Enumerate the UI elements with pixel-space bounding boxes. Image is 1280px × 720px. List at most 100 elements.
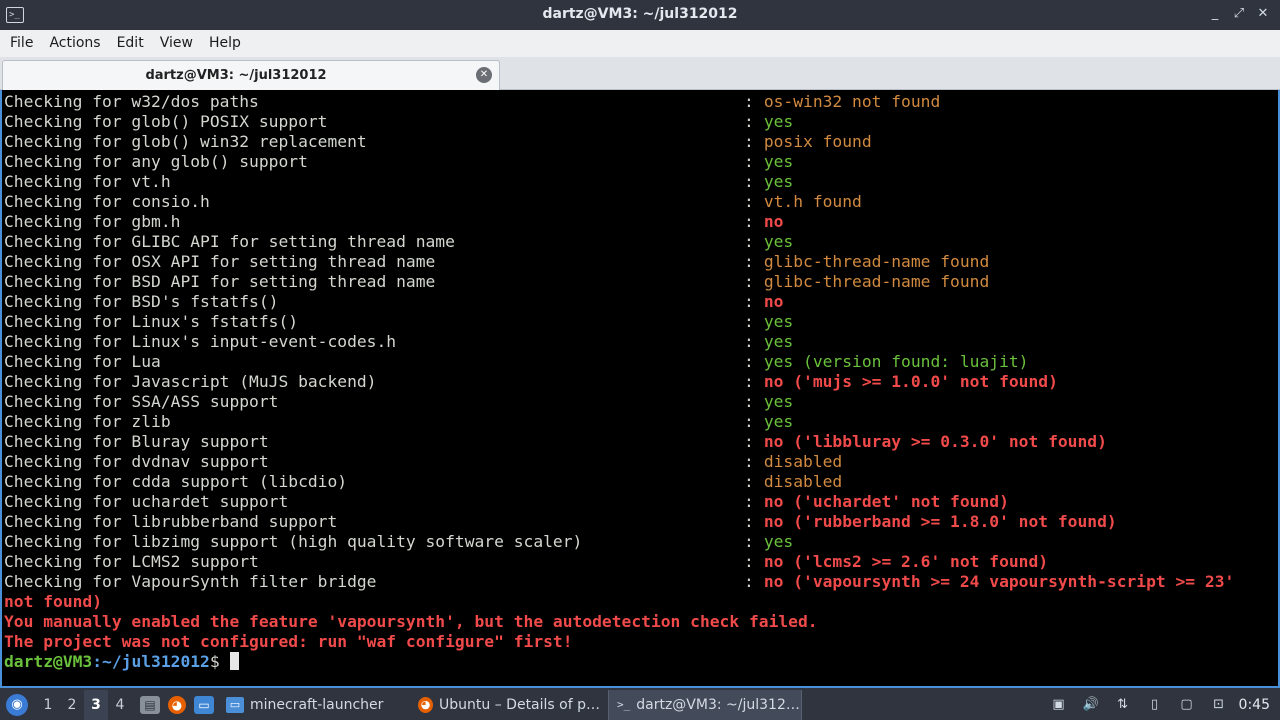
updates-icon[interactable]: ▣	[1049, 695, 1069, 715]
task-label: Ubuntu – Details of p…	[439, 697, 600, 713]
check-result: : yes	[744, 412, 793, 432]
separator: :	[744, 192, 754, 211]
result-value: no	[763, 292, 784, 311]
network-icon[interactable]: ⇅	[1113, 695, 1133, 715]
firefox-launcher-icon[interactable]: ◕	[168, 696, 186, 714]
terminal-line: Checking for Javascript (MuJS backend): n…	[4, 372, 1058, 392]
terminal-line: Checking for gbm.h: no	[4, 212, 818, 232]
workspace-1[interactable]: 1	[36, 697, 60, 713]
check-result: : no ('uchardet' not found)	[744, 492, 1009, 512]
close-window-button[interactable]: ✕	[1254, 5, 1272, 23]
separator: :	[744, 552, 754, 571]
clock[interactable]: 0:45	[1239, 697, 1270, 713]
menu-view[interactable]: View	[152, 30, 201, 57]
text-cursor	[229, 652, 239, 670]
check-result: : no ('lcms2 >= 2.6' not found)	[744, 552, 1048, 572]
taskbar: ◉ 1 2 3 4 ▤ ◕ ▭ ▭ minecraft-launcher ◕ U…	[0, 690, 1280, 720]
check-result: : no	[744, 212, 783, 232]
menu-actions[interactable]: Actions	[41, 30, 108, 57]
result-value: disabled	[763, 472, 843, 491]
task-firefox[interactable]: ◕ Ubuntu – Details of p…	[410, 690, 608, 720]
check-result: : yes	[744, 232, 793, 252]
desktop-launcher-icon[interactable]: ▭	[194, 696, 214, 714]
result-value: yes	[763, 312, 794, 331]
result-value: glibc-thread-name found	[763, 272, 990, 291]
terminal-output[interactable]: Checking for w32/dos paths: os-win32 not …	[0, 90, 1280, 688]
workspace-2[interactable]: 2	[60, 697, 84, 713]
check-label: Checking for LCMS2 support	[4, 552, 259, 571]
terminal-line: Checking for any glob() support: yes	[4, 152, 818, 172]
result-value: no ('libbluray >= 0.3.0' not found)	[763, 432, 1107, 451]
check-result: : glibc-thread-name found	[744, 252, 989, 272]
task-minecraft-launcher[interactable]: ▭ minecraft-launcher	[218, 690, 410, 720]
result-value: yes	[763, 172, 794, 191]
close-tab-icon[interactable]: ✕	[476, 67, 492, 83]
check-label: Checking for Bluray support	[4, 432, 269, 451]
prompt-line[interactable]: dartz@VM3:~/jul312012$	[4, 652, 818, 672]
result-value: os-win32 not found	[763, 92, 941, 111]
check-label: Checking for Lua	[4, 352, 161, 371]
terminal-line: Checking for vt.h: yes	[4, 172, 818, 192]
task-terminal[interactable]: >_ dartz@VM3: ~/jul312…	[608, 690, 802, 720]
terminal-line: Checking for BSD's fstatfs(): no	[4, 292, 818, 312]
terminal-line: Checking for consio.h: vt.h found	[4, 192, 862, 212]
separator: :	[744, 132, 754, 151]
check-label: Checking for OSX API for setting thread …	[4, 252, 436, 271]
volume-icon[interactable]: 🔊	[1081, 695, 1101, 715]
result-value: no ('uchardet' not found)	[763, 492, 1009, 511]
menu-help[interactable]: Help	[201, 30, 249, 57]
menu-bar: File Actions Edit View Help	[0, 30, 1280, 57]
terminal-line: Checking for dvdnav support: disabled	[4, 452, 842, 472]
terminal-line: Checking for Linux's fstatfs(): yes	[4, 312, 818, 332]
separator: :	[744, 152, 754, 171]
check-label: Checking for zlib	[4, 412, 171, 431]
terminal-line: Checking for glob() POSIX support: yes	[4, 112, 818, 132]
maximize-button[interactable]: ⤢	[1230, 5, 1248, 23]
separator: :	[744, 212, 754, 231]
prompt-user: dartz@VM3	[4, 652, 93, 671]
window-title: dartz@VM3: ~/jul312012	[542, 6, 738, 22]
separator: :	[744, 312, 754, 331]
tab-terminal[interactable]: dartz@VM3: ~/jul312012 ✕	[2, 60, 500, 90]
result-value: no	[763, 212, 784, 231]
check-result: : yes	[744, 532, 793, 552]
prompt-path: :~/jul312012	[92, 652, 210, 671]
result-value: no ('vapoursynth >= 24 vapoursynth-scrip…	[763, 572, 1235, 591]
folder-icon: ▭	[226, 697, 244, 713]
start-menu-icon[interactable]: ◉	[6, 694, 28, 716]
check-result: : yes	[744, 172, 793, 192]
terminal-line: Checking for LCMS2 support : no ('lcms2 >=…	[4, 552, 1048, 572]
result-value: disabled	[763, 452, 843, 471]
check-result: : yes	[744, 312, 793, 332]
task-label: dartz@VM3: ~/jul312…	[636, 697, 800, 713]
separator: :	[744, 292, 754, 311]
separator: :	[744, 112, 754, 131]
separator: :	[744, 252, 754, 271]
firefox-icon: ◕	[418, 697, 434, 713]
clipboard-icon[interactable]: ▯	[1145, 695, 1165, 715]
separator: :	[744, 512, 754, 531]
check-result: : yes (version found: luajit)	[744, 352, 1028, 372]
result-value: yes	[763, 232, 794, 251]
display-icon[interactable]: ▢	[1177, 695, 1197, 715]
terminal-line: Checking for w32/dos paths: os-win32 not …	[4, 92, 940, 112]
menu-edit[interactable]: Edit	[109, 30, 152, 57]
prompt-symbol: $	[209, 652, 220, 671]
terminal-line: Checking for glob() win32 replacement: po…	[4, 132, 872, 152]
check-result: : posix found	[744, 132, 872, 152]
separator: :	[744, 332, 754, 351]
check-label: Checking for libzimg support (high quali…	[4, 532, 583, 551]
menu-file[interactable]: File	[2, 30, 41, 57]
check-label: Checking for GLIBC API for setting threa…	[4, 232, 455, 251]
separator: :	[744, 352, 754, 371]
lock-icon[interactable]: ⊡	[1209, 695, 1229, 715]
minimize-button[interactable]: _	[1206, 5, 1224, 23]
files-launcher-icon[interactable]: ▤	[140, 696, 160, 714]
check-label: Checking for BSD's fstatfs()	[4, 292, 279, 311]
workspace-4[interactable]: 4	[108, 697, 132, 713]
separator: :	[744, 572, 754, 591]
workspace-3[interactable]: 3	[84, 690, 108, 720]
window-controls: _ ⤢ ✕	[1206, 5, 1272, 23]
separator: :	[744, 452, 754, 471]
terminal-line: Checking for VapourSynth filter bridge: n…	[4, 572, 1234, 592]
